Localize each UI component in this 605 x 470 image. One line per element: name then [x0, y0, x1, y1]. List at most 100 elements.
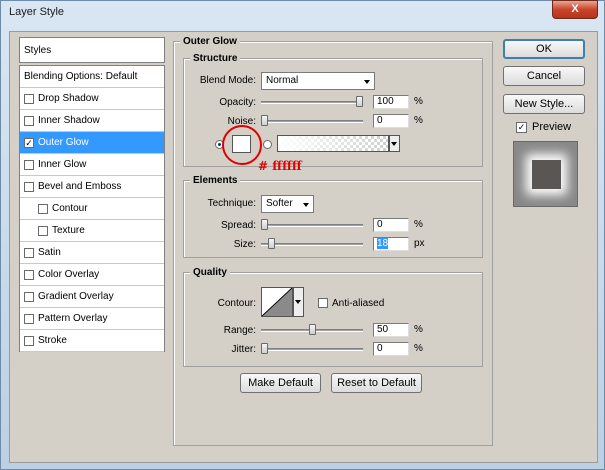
- anti-aliased-label: Anti-aliased: [332, 298, 385, 309]
- ok-button[interactable]: OK: [503, 39, 585, 59]
- style-checkbox[interactable]: [24, 116, 34, 126]
- size-input-value: 18: [377, 238, 389, 249]
- preview-checkbox[interactable]: ✓: [516, 122, 527, 133]
- jitter-slider-thumb[interactable]: [261, 343, 268, 354]
- spread-slider-thumb[interactable]: [261, 219, 268, 230]
- range-label: Range:: [223, 325, 256, 336]
- style-item[interactable]: Gradient Overlay: [20, 286, 164, 308]
- blend-mode-value: Normal: [266, 75, 299, 86]
- styles-header[interactable]: Styles: [19, 37, 165, 63]
- opacity-label: Opacity:: [219, 97, 256, 108]
- style-item[interactable]: Contour: [20, 198, 164, 220]
- style-checkbox[interactable]: [24, 270, 34, 280]
- style-checkbox[interactable]: [24, 248, 34, 258]
- style-item[interactable]: Pattern Overlay: [20, 308, 164, 330]
- gradient-radio[interactable]: [263, 140, 272, 149]
- jitter-input[interactable]: 0: [373, 342, 409, 356]
- style-item[interactable]: ✓ Outer Glow: [20, 132, 164, 154]
- chevron-down-icon: [295, 300, 301, 304]
- chevron-down-icon: [391, 142, 397, 146]
- dialog-client: Styles Blending Options: Default Drop Sha…: [9, 31, 598, 463]
- opacity-input[interactable]: 100: [373, 95, 409, 109]
- size-slider[interactable]: [261, 243, 363, 246]
- technique-select[interactable]: Softer: [261, 195, 314, 213]
- style-item[interactable]: Drop Shadow: [20, 88, 164, 110]
- make-default-button[interactable]: Make Default: [240, 373, 321, 393]
- style-item-label: Drop Shadow: [38, 93, 99, 104]
- structure-title: Structure: [190, 53, 241, 64]
- style-item[interactable]: Inner Glow: [20, 154, 164, 176]
- blend-mode-label: Blend Mode:: [199, 75, 256, 86]
- jitter-label: Jitter:: [231, 344, 256, 355]
- contour-dropdown[interactable]: [293, 287, 304, 317]
- style-item[interactable]: Texture: [20, 220, 164, 242]
- color-annotation: # ffffff: [258, 159, 302, 173]
- range-unit: %: [414, 324, 423, 335]
- style-item-label: Bevel and Emboss: [38, 181, 122, 192]
- style-checkbox[interactable]: [24, 182, 34, 192]
- reset-to-default-button[interactable]: Reset to Default: [331, 373, 422, 393]
- styles-header-label: Styles: [24, 45, 52, 56]
- size-unit: px: [414, 238, 425, 249]
- layer-style-window: Layer Style X Styles Blending Options: D…: [0, 0, 605, 470]
- style-checkbox[interactable]: [38, 226, 48, 236]
- style-item[interactable]: Inner Shadow: [20, 110, 164, 132]
- preview-thumbnail: [532, 160, 561, 189]
- chevron-down-icon: [364, 80, 370, 84]
- style-checkbox[interactable]: [24, 314, 34, 324]
- outer-glow-panel: Outer Glow Structure Blend Mode: Normal …: [173, 36, 493, 446]
- size-label: Size:: [233, 239, 256, 250]
- opacity-slider-thumb[interactable]: [356, 96, 363, 107]
- close-button[interactable]: X: [552, 0, 598, 19]
- style-item[interactable]: Color Overlay: [20, 264, 164, 286]
- style-preview: [513, 141, 578, 207]
- contour-preview[interactable]: [261, 287, 293, 317]
- style-item[interactable]: Bevel and Emboss: [20, 176, 164, 198]
- style-item-label: Color Overlay: [38, 269, 100, 280]
- style-checkbox[interactable]: ✓: [24, 138, 34, 148]
- title-bar[interactable]: Layer Style X: [1, 0, 604, 25]
- size-input[interactable]: 18: [373, 237, 409, 251]
- quality-title: Quality: [190, 267, 230, 278]
- style-item[interactable]: Stroke: [20, 330, 164, 352]
- style-checkbox[interactable]: [24, 94, 34, 104]
- spread-unit: %: [414, 219, 423, 230]
- structure-group: Structure Blend Mode: Normal Opacity: 10…: [183, 53, 483, 173]
- chevron-down-icon: [303, 203, 309, 207]
- opacity-slider[interactable]: [261, 101, 363, 104]
- style-item[interactable]: Satin: [20, 242, 164, 264]
- style-checkbox[interactable]: [24, 292, 34, 302]
- style-checkbox[interactable]: [38, 204, 48, 214]
- elements-group: Elements Technique: Softer Spread: 0 % S…: [183, 175, 483, 258]
- style-item-label: Blending Options: Default: [24, 71, 138, 82]
- gradient-dropdown[interactable]: [389, 135, 400, 152]
- style-item-label: Contour: [52, 203, 88, 214]
- quality-group: Quality Contour: Anti-aliased Range: 50 …: [183, 267, 483, 367]
- noise-slider[interactable]: [261, 120, 363, 123]
- style-checkbox[interactable]: [24, 336, 34, 346]
- highlight-circle: [222, 125, 262, 165]
- anti-aliased-checkbox[interactable]: [318, 298, 328, 308]
- blend-mode-select[interactable]: Normal: [261, 72, 375, 90]
- style-item-label: Inner Shadow: [38, 115, 100, 126]
- noise-unit: %: [414, 115, 423, 126]
- noise-input[interactable]: 0: [373, 114, 409, 128]
- style-item-label: Stroke: [38, 335, 67, 346]
- opacity-unit: %: [414, 96, 423, 107]
- styles-list: Blending Options: Default Drop Shadow Inne…: [19, 65, 165, 352]
- style-item-label: Outer Glow: [38, 137, 89, 148]
- new-style-button[interactable]: New Style...: [503, 94, 585, 114]
- noise-slider-thumb[interactable]: [261, 115, 268, 126]
- range-input[interactable]: 50: [373, 323, 409, 337]
- range-slider-thumb[interactable]: [308, 324, 316, 335]
- jitter-slider[interactable]: [261, 348, 363, 351]
- size-slider-thumb[interactable]: [267, 238, 275, 249]
- style-checkbox[interactable]: [24, 160, 34, 170]
- gradient-swatch[interactable]: [277, 135, 389, 152]
- spread-slider[interactable]: [261, 224, 363, 227]
- outer-glow-title: Outer Glow: [180, 36, 240, 47]
- cancel-button[interactable]: Cancel: [503, 66, 585, 86]
- style-item[interactable]: Blending Options: Default: [20, 66, 164, 88]
- style-item-label: Inner Glow: [38, 159, 87, 170]
- spread-input[interactable]: 0: [373, 218, 409, 232]
